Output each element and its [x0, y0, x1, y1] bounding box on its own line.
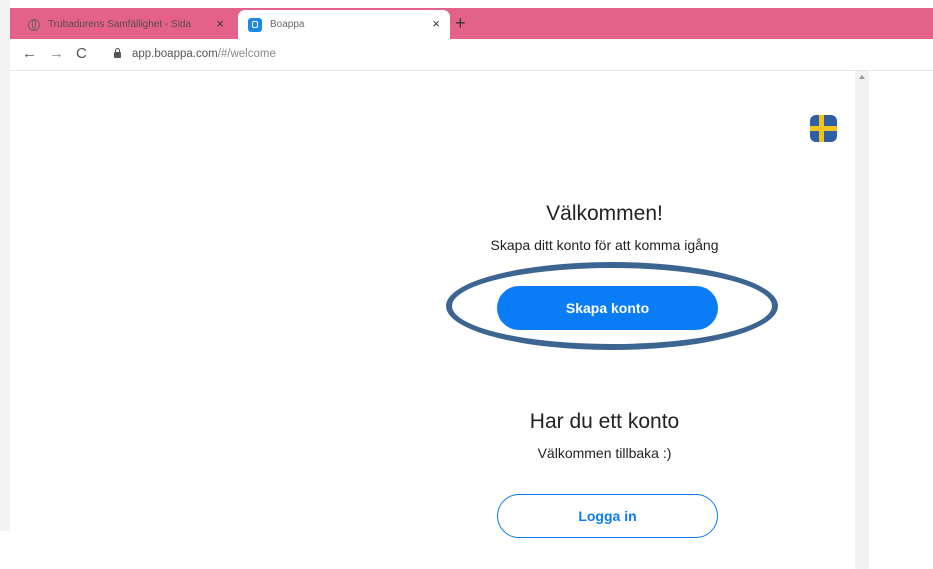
url-host: app.boappa.com: [132, 48, 218, 60]
existing-account-title: Har du ett konto: [529, 410, 680, 433]
url-path: /#/welcome: [217, 48, 276, 60]
forward-icon[interactable]: →: [49, 45, 64, 63]
login-button[interactable]: Logga in: [497, 494, 718, 538]
tab-label: Trubadurens Samfällighet - Sida: [48, 19, 192, 30]
create-account-button[interactable]: Skapa konto: [497, 286, 718, 330]
close-icon[interactable]: ×: [432, 16, 440, 32]
back-icon[interactable]: ←: [22, 45, 37, 63]
globe-icon: [28, 18, 40, 31]
tab-label: Boappa: [270, 19, 305, 30]
tab-trubadurens[interactable]: Trubadurens Samfällighet - Sida ×: [18, 10, 234, 39]
existing-account-subtitle: Välkommen tillbaka :): [537, 445, 672, 461]
scrollbar[interactable]: [855, 71, 869, 569]
address-bar[interactable]: app.boappa.com/#/welcome: [132, 48, 276, 60]
bottom-left-patch: [0, 531, 75, 569]
reload-icon[interactable]: C: [76, 45, 87, 63]
right-gutter: [869, 71, 933, 569]
page-content: [10, 71, 855, 569]
welcome-title: Välkommen!: [546, 202, 663, 225]
tab-boappa[interactable]: Boappa ×: [238, 10, 450, 39]
tab-strip: Trubadurens Samfällighet - Sida × Boappa…: [10, 8, 933, 39]
welcome-subtitle: Skapa ditt konto för att komma igång: [490, 237, 719, 253]
scroll-up-arrow-icon[interactable]: [859, 75, 865, 79]
window-left-edge: [0, 0, 10, 569]
boappa-icon: [248, 17, 262, 32]
sweden-flag-icon[interactable]: [810, 115, 837, 142]
lock-icon[interactable]: [114, 48, 121, 58]
address-toolbar: ← → C app.boappa.com/#/welcome: [10, 39, 933, 71]
close-icon[interactable]: ×: [216, 16, 224, 32]
new-tab-button[interactable]: +: [455, 13, 466, 33]
